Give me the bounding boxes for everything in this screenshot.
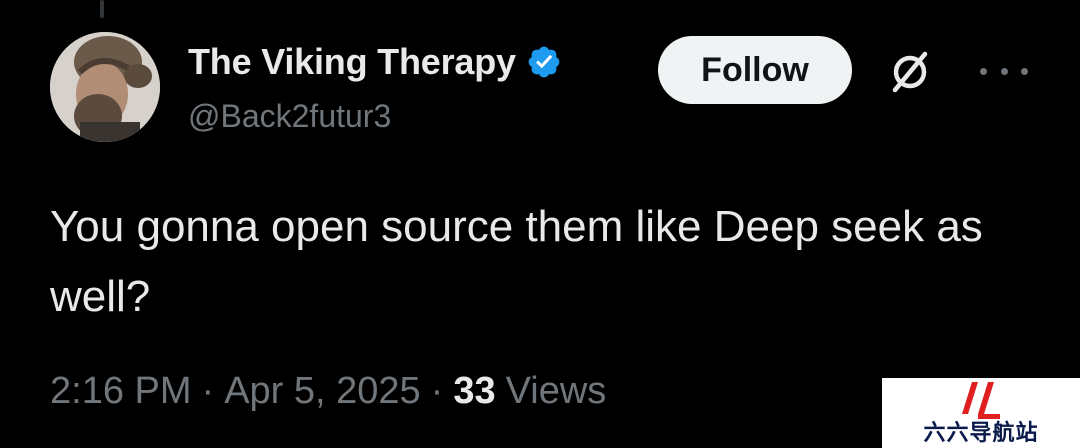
more-dot	[980, 67, 987, 75]
avatar[interactable]	[50, 32, 160, 142]
watermark: 六六导航站	[882, 378, 1080, 448]
more-dot	[1021, 67, 1028, 75]
watermark-logo-icon	[962, 382, 1000, 419]
more-options-icon[interactable]	[980, 56, 1028, 86]
grok-icon[interactable]	[886, 48, 934, 96]
watermark-text: 六六导航站	[923, 421, 1039, 446]
views-label: Views	[505, 370, 607, 412]
thread-connector-line	[100, 0, 104, 18]
author-handle[interactable]: @Back2futur3	[188, 98, 391, 135]
meta-separator: ·	[201, 370, 215, 412]
tweet-text: You gonna open source them like Deep see…	[50, 202, 983, 321]
avatar-photo	[50, 32, 160, 142]
tweet-time[interactable]: 2:16 PM	[50, 370, 192, 413]
tweet-meta-row: 2:16 PM · Apr 5, 2025 · 33 Views	[50, 370, 606, 413]
follow-button[interactable]: Follow	[658, 36, 852, 104]
more-dot	[1000, 67, 1008, 75]
author-display-name[interactable]: The Viking Therapy	[188, 41, 516, 83]
tweet-date[interactable]: Apr 5, 2025	[224, 370, 420, 413]
author-name-row: The Viking Therapy	[188, 40, 562, 84]
verified-badge-icon[interactable]	[526, 44, 562, 80]
views-count: 33	[453, 370, 496, 412]
meta-separator: ·	[430, 370, 444, 412]
